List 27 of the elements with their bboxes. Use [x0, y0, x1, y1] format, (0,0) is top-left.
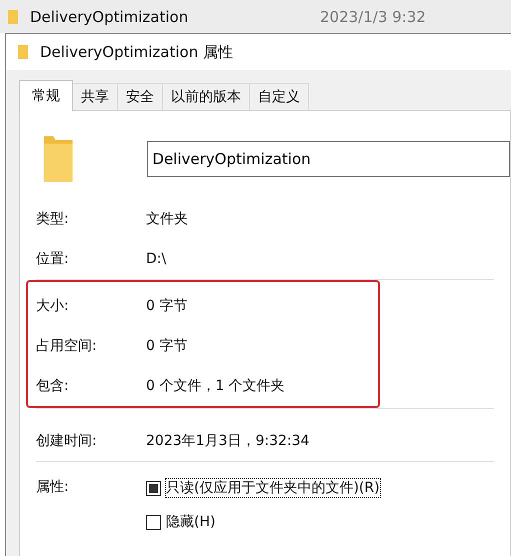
checkbox-label[interactable]: 只读(仅应用于文件夹中的文件)(R): [165, 478, 381, 498]
property-value: 2023年1月3日，9:32:34: [146, 432, 310, 450]
window-title: DeliveryOptimization 属性: [40, 42, 233, 62]
property-value: D:\: [146, 251, 166, 267]
file-date: 2023/1/3 9:32: [320, 8, 426, 26]
tab[interactable]: 自定义: [249, 83, 309, 110]
property-value: 文件夹: [146, 210, 188, 228]
file-list-row[interactable]: DeliveryOptimization 2023/1/3 9:32: [0, 0, 511, 33]
property-value: 0 个文件，1 个文件夹: [146, 377, 285, 395]
name-field[interactable]: DeliveryOptimization: [147, 141, 510, 177]
property-label: 位置:: [36, 250, 70, 268]
checkbox[interactable]: [146, 514, 161, 530]
folder-icon: [18, 44, 28, 60]
property-label: 类型:: [36, 210, 70, 228]
folder-icon: [8, 8, 18, 24]
file-name: DeliveryOptimization: [30, 8, 190, 26]
tab[interactable]: 常规: [19, 80, 73, 111]
property-label: 占用空间:: [36, 337, 98, 355]
checkbox-label[interactable]: 隐藏(H): [165, 512, 216, 532]
property-label: 大小:: [36, 297, 70, 315]
property-label: 创建时间:: [36, 432, 98, 450]
property-value: 0 字节: [146, 297, 188, 315]
property-value: 0 字节: [146, 337, 188, 355]
property-label: 属性:: [36, 478, 70, 497]
folder-icon: [42, 133, 74, 185]
checkbox[interactable]: [146, 480, 161, 496]
property-label: 包含:: [36, 377, 70, 395]
